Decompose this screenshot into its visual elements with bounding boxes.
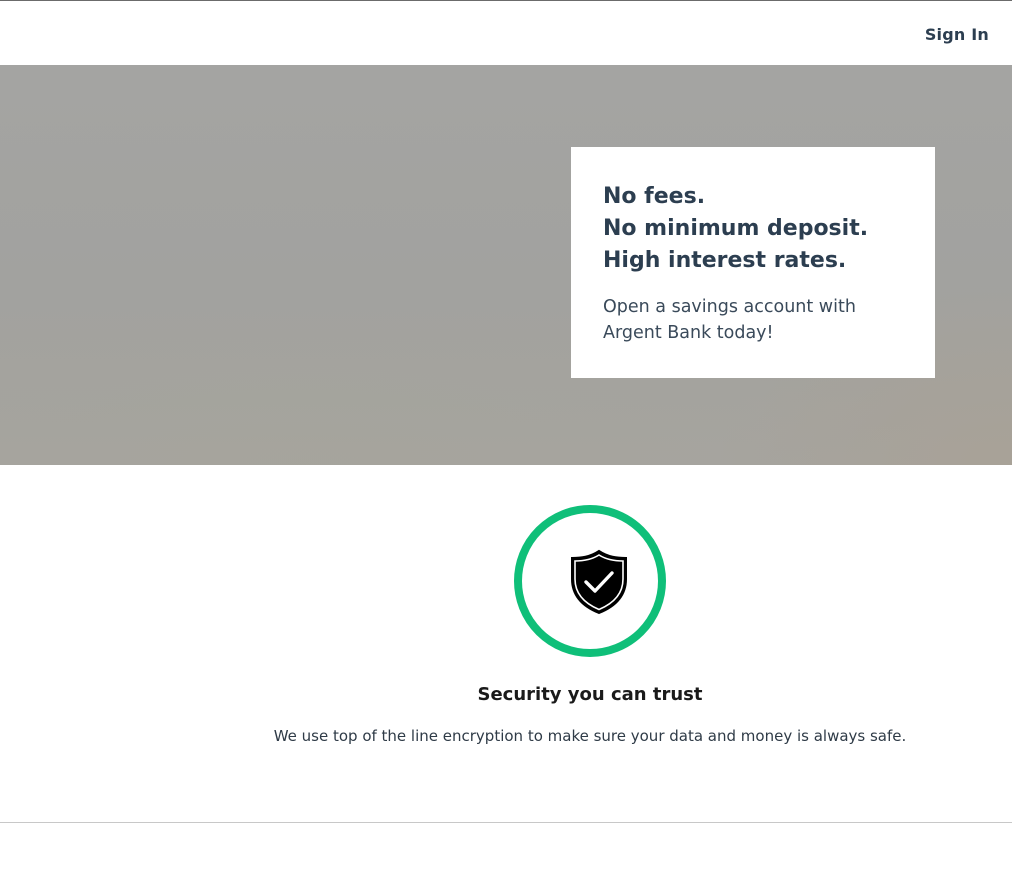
hero-card: No fees. No minimum deposit. High intere… xyxy=(571,147,935,378)
feature-icon-badge xyxy=(514,505,666,657)
hero-line-deposit: No minimum deposit. xyxy=(603,216,869,241)
page: Sign In No fees. No minimum deposit. Hig… xyxy=(0,0,1012,882)
sign-in-link[interactable]: Sign In xyxy=(925,25,989,44)
feature-text: We use top of the line encryption to mak… xyxy=(273,727,907,745)
hero-line-rates: High interest rates. xyxy=(603,248,847,273)
hero-subtext: Open a savings account with Argent Bank … xyxy=(603,297,856,343)
shield-check-icon xyxy=(571,549,627,615)
hero-line-fees: No fees. xyxy=(603,184,706,209)
footer-divider xyxy=(0,822,1012,823)
hero-banner: No fees. No minimum deposit. High intere… xyxy=(0,65,1012,465)
header: Sign In xyxy=(0,1,1012,65)
feature-security: Security you can trust We use top of the… xyxy=(0,465,1012,822)
feature-title: Security you can trust xyxy=(477,684,703,705)
